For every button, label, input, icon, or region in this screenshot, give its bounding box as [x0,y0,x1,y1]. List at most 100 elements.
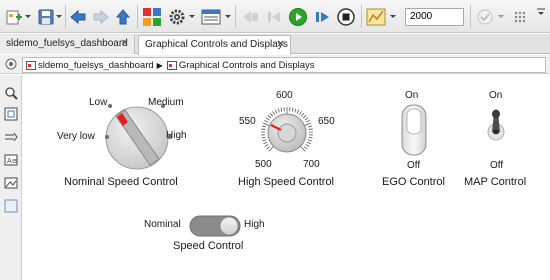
breadcrumb-item-graphical-controls[interactable]: Graphical Controls and Displays [166,60,315,71]
annotation-icon[interactable]: A≡ [4,153,18,167]
tab-graphical-controls[interactable]: Graphical Controls and Displays ✕ [138,35,291,55]
model-icon [26,60,36,70]
dial-tick [267,115,272,119]
close-tab-icon[interactable]: ✕ [121,38,129,49]
dial-tick [300,112,305,117]
tab-fuelsys-dashboard[interactable]: sldemo_fuelsys_dashboard ✕ [0,35,135,54]
ego-on-label: On [405,90,419,101]
nominal-speed-control-title: Nominal Speed Control [64,176,178,188]
save-dropdown-icon[interactable] [55,10,63,22]
dial-tick [280,107,283,112]
step-back-disabled-icon [264,6,284,28]
state-label-low: Low [89,97,108,108]
dial-tick [262,139,267,142]
dial-tick [306,141,311,145]
forward-arrow-icon[interactable] [91,6,111,28]
address-bar: sldemo_fuelsys_dashboard ▶ Graphical Con… [0,55,550,74]
dial-tick [263,141,268,145]
breadcrumb-item-dashboard[interactable]: sldemo_fuelsys_dashboard [26,60,154,71]
fit-to-view-icon[interactable] [4,107,18,121]
gear-icon[interactable] [167,6,187,28]
dial-tick [298,111,302,115]
toolbar-overflow-icon[interactable] [537,7,545,19]
dial-tick [308,136,313,139]
back-arrow-icon[interactable] [68,6,88,28]
breadcrumb-separator-icon: ▶ [156,60,163,70]
map-off-label: Off [490,160,504,171]
dial-tick [308,128,313,130]
dial-tick [265,117,270,121]
map-on-label: On [489,90,503,101]
dial-tick [261,125,266,128]
toggle-switch[interactable] [484,108,508,142]
rocker-switch[interactable] [401,104,427,156]
settings-dropdown-icon[interactable] [188,10,196,22]
close-tab-icon[interactable]: ✕ [277,39,285,50]
zoom-icon[interactable] [4,86,18,100]
save-icon[interactable] [36,6,56,28]
breadcrumb: sldemo_fuelsys_dashboard ▶ Graphical Con… [22,57,546,73]
tick-label-650: 650 [318,116,335,127]
tool-palette: A≡ [0,75,22,280]
model-explorer-icon[interactable] [200,6,222,28]
image-icon[interactable] [4,176,18,190]
dial-tick [307,139,312,142]
dial-tick [305,144,310,147]
scope-dropdown-icon[interactable] [389,10,397,22]
dial-tick [302,115,307,119]
state-label-high: High [166,130,187,141]
dial-tick [272,111,276,115]
tab-label: Graphical Controls and Displays [145,39,288,50]
dial-tick [294,108,297,113]
state-label-medium: Medium [148,97,184,108]
dial-tick [308,125,313,128]
high-speed-control-title: High Speed Control [238,176,335,188]
up-arrow-icon[interactable] [113,6,133,28]
dial-tick [261,136,266,139]
dial-tick [304,146,308,150]
ego-control-title: EGO Control [382,176,445,188]
ego-off-label: Off [407,160,421,171]
explorer-dropdown-icon[interactable] [224,10,232,22]
tab-label: sldemo_fuelsys_dashboard [6,38,128,49]
dial-tick [277,108,280,113]
dial-tick [261,128,266,130]
library-browser-icon[interactable] [141,6,163,28]
step-back-icon [239,6,261,28]
arrow-right-icon[interactable] [4,130,18,144]
speed-control-title: Speed Control [173,240,244,252]
slider-right-label: High [244,219,265,230]
toolbar: 2000 [0,0,550,33]
dial-tick [264,119,269,123]
map-control-title: MAP Control [464,176,527,188]
svg-text:A≡: A≡ [7,157,18,165]
dial-tick [296,109,300,114]
dial-tick [291,107,294,112]
run-icon[interactable] [287,6,309,28]
dial-tick [305,119,310,123]
tick-label-500: 500 [255,159,272,170]
dial-tick [269,112,274,117]
model-canvas: Very low Low Medium High Nominal Speed C… [23,75,550,280]
dial-tick [266,146,270,150]
new-model-icon[interactable] [4,6,24,28]
grid-dots-icon[interactable] [512,6,528,28]
dial-tick [264,144,269,147]
slider-switch[interactable] [189,215,241,237]
new-dropdown-icon[interactable] [24,10,32,22]
stop-time-input[interactable]: 2000 [405,8,464,26]
model-tabs: sldemo_fuelsys_dashboard ✕ Graphical Con… [0,34,550,55]
step-forward-icon[interactable] [312,6,332,28]
dial-tick [304,117,309,121]
dial-tick [274,109,278,114]
update-dropdown-icon [497,10,505,22]
hide-browser-icon[interactable] [5,58,17,73]
stop-icon[interactable] [335,6,357,28]
update-diagram-icon [475,6,495,28]
tick-label-600: 600 [276,90,293,101]
knob-dial[interactable] [253,97,323,167]
tick-label-550: 550 [239,116,256,127]
tick-label-700: 700 [303,159,320,170]
scope-icon[interactable] [365,6,387,28]
area-icon[interactable] [4,199,18,213]
